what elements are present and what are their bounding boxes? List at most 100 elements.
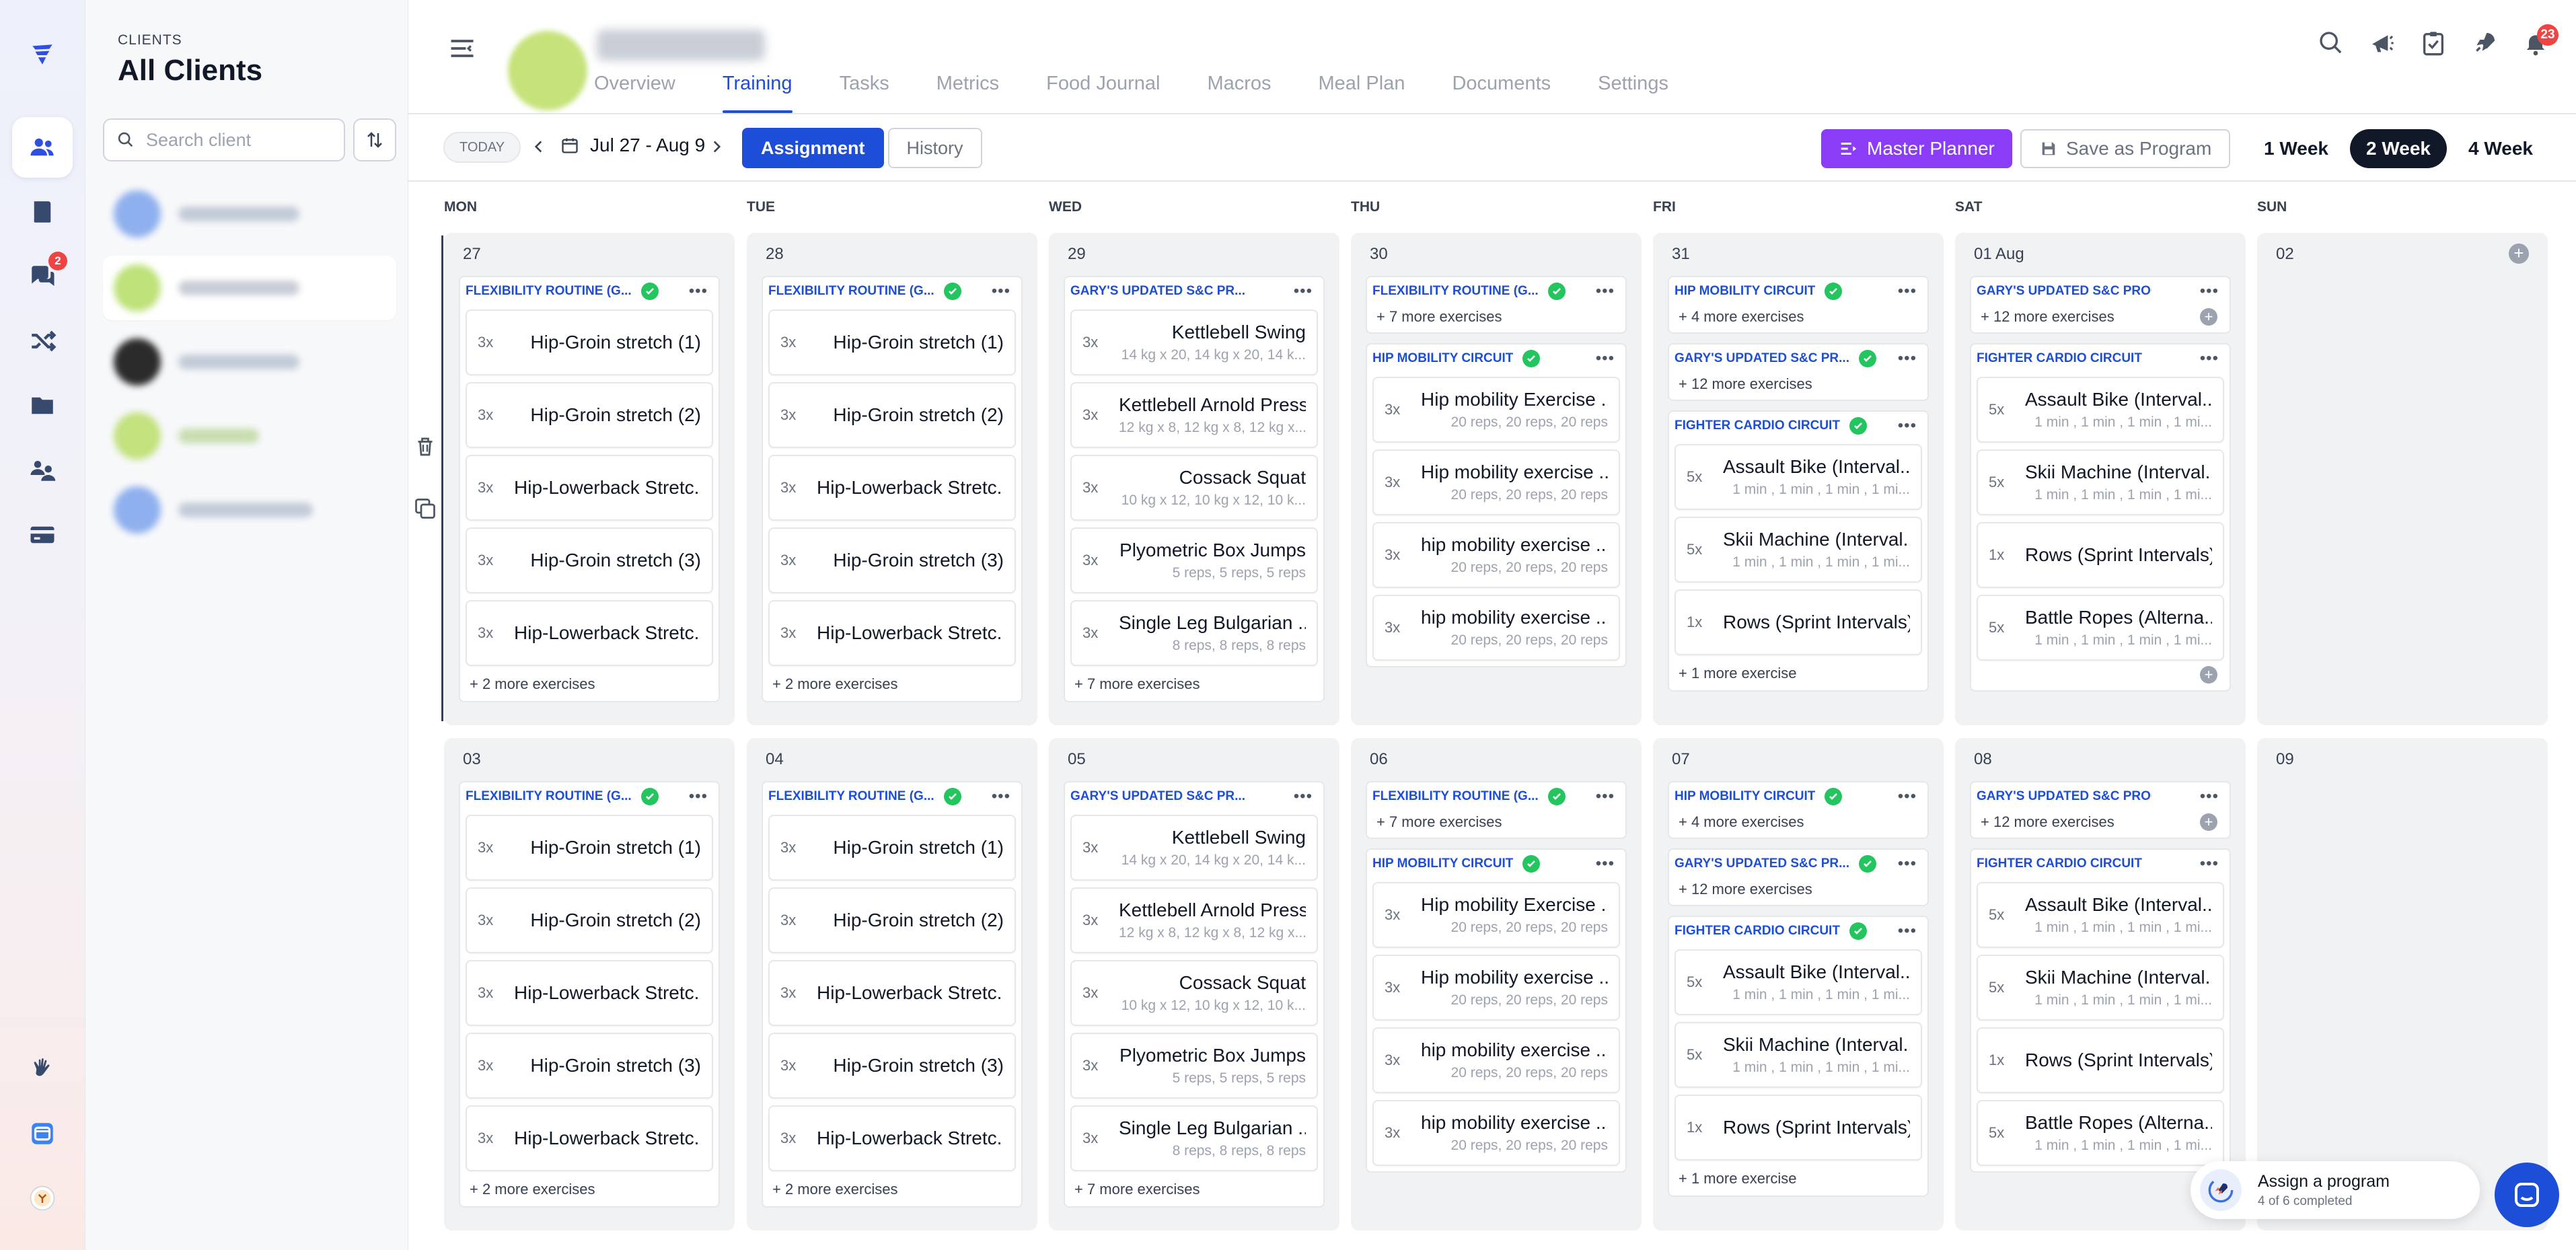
calendar-day[interactable]: 02 + [2257, 233, 2548, 725]
workout-card[interactable]: FLEXIBILITY ROUTINE (G... ••• 3x Hip-Groin … [762, 276, 1023, 702]
brand-logo[interactable] [12, 24, 73, 85]
workout-title[interactable]: HIP MOBILITY CIRCUIT [1372, 856, 1513, 871]
client-row-selected[interactable] [103, 256, 396, 320]
exercise-row[interactable]: 3x Kettlebell Swing 14 kg x 20, 14 kg x 20… [1070, 309, 1318, 375]
exercise-row[interactable]: 3x Hip-Groin stretch (1) [768, 309, 1016, 375]
workout-card[interactable]: GARY'S UPDATED S&C PR... ••• + 12 more exe… [1668, 343, 1929, 401]
exercise-row[interactable]: 5x Assault Bike (Interval... 1 min , 1 min… [1675, 949, 1922, 1015]
calendar-day[interactable]: 09 [2257, 738, 2548, 1230]
more-exercises-link[interactable]: + 12 more exercises [1675, 370, 1922, 394]
more-exercises-link[interactable]: + 7 more exercises [1372, 808, 1620, 832]
workout-title[interactable]: FIGHTER CARDIO CIRCUIT [1675, 418, 1840, 433]
exercise-row[interactable]: 3x Hip-Groin stretch (2) [768, 887, 1016, 953]
more-options-icon[interactable]: ••• [1596, 283, 1615, 299]
nav-wave[interactable] [12, 1039, 73, 1099]
calendar-day[interactable]: 03 FLEXIBILITY ROUTINE (G... ••• 3x Hip-Groi… [444, 738, 735, 1230]
exercise-row[interactable]: 3x Plyometric Box Jumps 5 reps, 5 reps, 5 … [1070, 527, 1318, 593]
workout-card[interactable]: GARY'S UPDATED S&C PR... ••• 3x Kettlebell … [1064, 276, 1325, 702]
tab-food-journal[interactable]: Food Journal [1046, 73, 1160, 113]
add-exercise-plus-icon[interactable]: + [2200, 308, 2217, 326]
exercise-row[interactable]: 5x Assault Bike (Interval... 1 min , 1 min… [1675, 444, 1922, 510]
workout-title[interactable]: HIP MOBILITY CIRCUIT [1675, 284, 1815, 299]
today-button[interactable]: TODAY [443, 132, 521, 163]
more-options-icon[interactable]: ••• [2200, 351, 2219, 367]
exercise-row[interactable]: 5x Assault Bike (Interval... 1 min , 1 min… [1977, 377, 2224, 443]
exercise-row[interactable]: 3x Hip-Lowerback Stretc... [768, 1105, 1016, 1171]
exercise-row[interactable]: 3x Hip-Groin stretch (2) [768, 382, 1016, 448]
support-chat-button[interactable] [2495, 1163, 2559, 1227]
master-planner-button[interactable]: Master Planner [1821, 129, 2012, 168]
exercise-row[interactable]: 5x Skii Machine (Interval... 1 min , 1 min… [1675, 517, 1922, 583]
tab-documents[interactable]: Documents [1452, 73, 1551, 113]
menu-collapse-icon[interactable] [447, 34, 477, 63]
nav-profile[interactable] [12, 1168, 73, 1228]
more-options-icon[interactable]: ••• [1898, 283, 1917, 299]
exercise-row[interactable]: 3x hip mobility exercise ... 20 reps, 20 r… [1372, 522, 1620, 588]
workout-card[interactable]: HIP MOBILITY CIRCUIT ••• + 4 more exercise… [1668, 781, 1929, 839]
save-as-program-button[interactable]: Save as Program [2020, 129, 2231, 168]
more-options-icon[interactable]: ••• [992, 283, 1010, 299]
calendar-day[interactable]: 06 FLEXIBILITY ROUTINE (G... ••• + 7 more e… [1351, 738, 1642, 1230]
exercise-row[interactable]: 3x Kettlebell Swing 14 kg x 20, 14 kg x 20… [1070, 815, 1318, 881]
exercise-row[interactable]: 3x Hip-Lowerback Stretc... [466, 600, 713, 666]
exercise-row[interactable]: 1x Rows (Sprint Intervals) [1675, 589, 1922, 655]
tab-macros[interactable]: Macros [1207, 73, 1271, 113]
more-exercises-link[interactable]: + 7 more exercises [1372, 303, 1620, 327]
workout-card[interactable]: FIGHTER CARDIO CIRCUIT ••• 5x Assault Bike … [1668, 410, 1929, 692]
more-options-icon[interactable]: ••• [992, 788, 1010, 805]
copy-week-button[interactable] [413, 497, 437, 521]
exercise-row[interactable]: 3x Hip-Lowerback Stretc... [466, 1105, 713, 1171]
exercise-row[interactable]: 3x Hip-Lowerback Stretc... [466, 455, 713, 521]
client-row[interactable] [103, 404, 396, 468]
tab-meal-plan[interactable]: Meal Plan [1319, 73, 1405, 113]
exercise-row[interactable]: 3x hip mobility exercise ... 20 reps, 20 r… [1372, 595, 1620, 661]
exercise-row[interactable]: 3x Hip-Groin stretch (2) [466, 887, 713, 953]
workout-card[interactable]: GARY'S UPDATED S&C PR... ••• 3x Kettlebell … [1064, 781, 1325, 1208]
add-exercise-plus-icon[interactable]: + [2200, 666, 2217, 684]
exercise-row[interactable]: 1x Rows (Sprint Intervals) [1675, 1095, 1922, 1161]
next-range-button[interactable] [703, 133, 730, 160]
calendar-day[interactable]: 29 GARY'S UPDATED S&C PR... ••• 3x Kettlebel… [1049, 233, 1339, 725]
more-options-icon[interactable]: ••• [1898, 351, 1917, 367]
assignment-tab[interactable]: Assignment [742, 128, 884, 168]
more-options-icon[interactable]: ••• [1294, 788, 1313, 805]
exercise-row[interactable]: 3x Hip-Lowerback Stretc... [768, 600, 1016, 666]
exercise-row[interactable]: 3x Plyometric Box Jumps 5 reps, 5 reps, 5 … [1070, 1033, 1318, 1099]
more-options-icon[interactable]: ••• [2200, 856, 2219, 872]
workout-title[interactable]: GARY'S UPDATED S&C PROG... [1977, 284, 2151, 299]
workout-card[interactable]: FIGHTER CARDIO CIRCUIT ••• 5x Assault Bike … [1668, 916, 1929, 1197]
more-exercises-link[interactable]: + 2 more exercises [466, 666, 713, 696]
workout-title[interactable]: FIGHTER CARDIO CIRCUIT [1977, 856, 2142, 871]
more-exercises-link[interactable]: + 12 more exercises [1675, 875, 1922, 899]
week-option-1-week[interactable]: 1 Week [2248, 129, 2345, 168]
exercise-row[interactable]: 3x Cossack Squat 10 kg x 12, 10 kg x 12, 1… [1070, 455, 1318, 521]
exercise-row[interactable]: 3x Hip mobility exercise ... 20 reps, 20 r… [1372, 955, 1620, 1021]
workout-card[interactable]: HIP MOBILITY CIRCUIT ••• 3x Hip mobility Ex… [1366, 848, 1627, 1173]
exercise-row[interactable]: 3x Hip-Groin stretch (3) [466, 1033, 713, 1099]
nav-folders[interactable] [12, 375, 73, 436]
nav-billing[interactable] [12, 505, 73, 565]
exercise-row[interactable]: 3x Hip-Groin stretch (1) [768, 815, 1016, 881]
workout-title[interactable]: FLEXIBILITY ROUTINE (G... [768, 284, 934, 299]
assign-program-widget[interactable]: Assign a program 4 of 6 completed [2191, 1161, 2480, 1219]
workout-card[interactable]: GARY'S UPDATED S&C PROG... ••• + 12 more e… [1970, 781, 2231, 839]
week-option-2-week[interactable]: 2 Week [2350, 129, 2447, 168]
nav-messages[interactable]: 2 [12, 246, 73, 307]
workout-card[interactable]: GARY'S UPDATED S&C PR... ••• + 12 more exe… [1668, 848, 1929, 906]
workout-title[interactable]: HIP MOBILITY CIRCUIT [1372, 351, 1513, 366]
more-exercises-link[interactable]: + 7 more exercises [1070, 666, 1318, 696]
calendar-day[interactable]: 30 FLEXIBILITY ROUTINE (G... ••• + 7 more e… [1351, 233, 1642, 725]
exercise-row[interactable]: 5x Skii Machine (Interval... 1 min , 1 min… [1675, 1022, 1922, 1088]
history-tab[interactable]: History [887, 128, 982, 168]
more-exercises-link[interactable]: + 12 more exercises + [1977, 303, 2224, 327]
workout-title[interactable]: FIGHTER CARDIO CIRCUIT [1977, 351, 2142, 366]
workout-card[interactable]: FLEXIBILITY ROUTINE (G... ••• + 7 more exe… [1366, 276, 1627, 334]
workout-card[interactable]: FLEXIBILITY ROUTINE (G... ••• 3x Hip-Groin … [762, 781, 1023, 1208]
exercise-row[interactable]: 3x Single Leg Bulgarian ... 8 reps, 8 reps… [1070, 1105, 1318, 1171]
tab-metrics[interactable]: Metrics [936, 73, 999, 113]
workout-card[interactable]: FIGHTER CARDIO CIRCUIT ••• 5x Assault Bike … [1970, 848, 2231, 1173]
more-exercises-link[interactable]: + 2 more exercises [768, 1171, 1016, 1201]
more-options-icon[interactable]: ••• [1596, 856, 1615, 872]
exercise-row[interactable]: 3x Hip-Groin stretch (1) [466, 815, 713, 881]
exercise-row[interactable]: 3x Hip-Groin stretch (3) [768, 1033, 1016, 1099]
